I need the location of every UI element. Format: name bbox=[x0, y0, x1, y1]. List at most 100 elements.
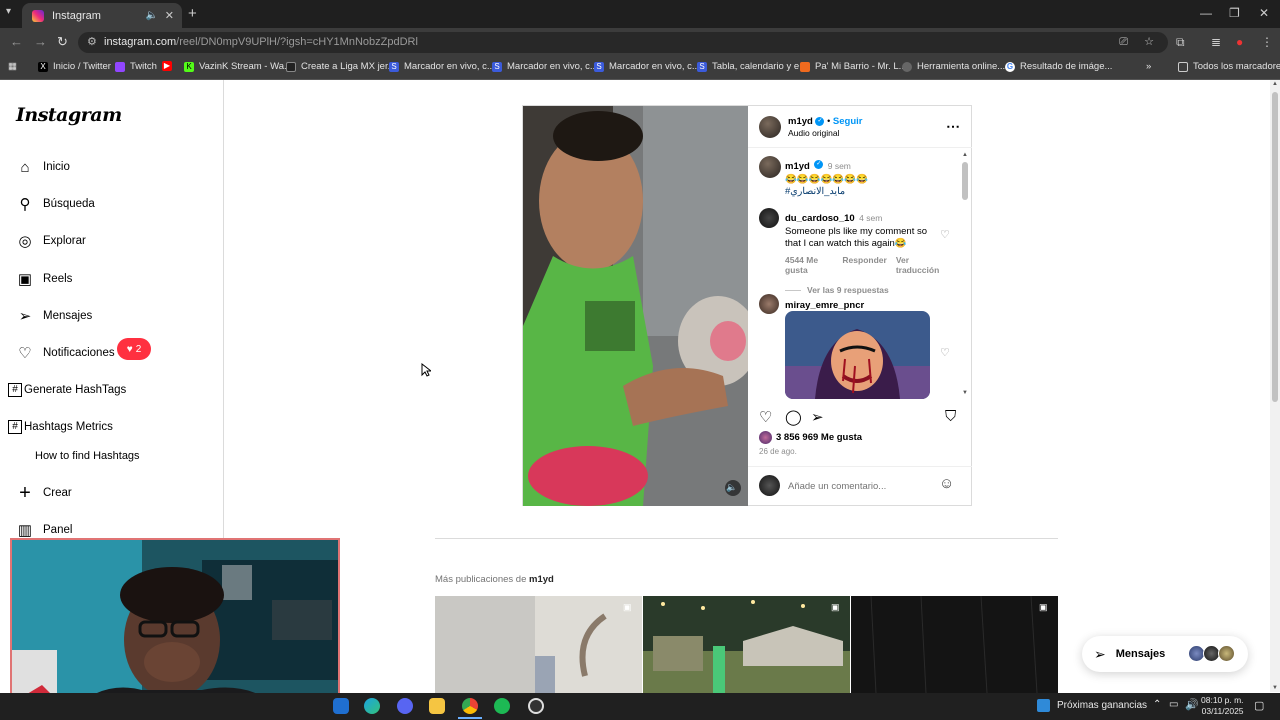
sidebar-item-notificaciones[interactable]: ♡ Notificaciones bbox=[16, 344, 114, 362]
page-scroll-thumb[interactable] bbox=[1272, 92, 1278, 402]
view-replies[interactable]: Ver las 9 respuestas bbox=[785, 285, 945, 295]
comments-scrollbar[interactable]: ▲ ▼ bbox=[962, 152, 968, 396]
caption-avatar[interactable] bbox=[759, 156, 781, 178]
messages-button[interactable]: ➢ Mensajes bbox=[1082, 636, 1248, 672]
network-icon[interactable]: ▭ bbox=[1169, 699, 1178, 710]
bookmark-google-images[interactable]: G Resultado de imáge... bbox=[1005, 61, 1112, 72]
caption-hashtag[interactable]: #مايد_الانصاري bbox=[785, 186, 960, 198]
reply-button[interactable]: Responder bbox=[842, 255, 886, 275]
sidebar-item-busqueda[interactable]: ⚲ Búsqueda bbox=[16, 195, 95, 213]
back-icon[interactable]: ← bbox=[10, 34, 23, 49]
page-scrollbar[interactable]: ▲ ▼ bbox=[1270, 80, 1280, 692]
news-widget[interactable]: Próximas ganancias bbox=[1037, 699, 1147, 712]
sidebar-item-mensajes[interactable]: ➢ Mensajes bbox=[16, 307, 93, 325]
tray-chevron-icon[interactable]: ⌃ bbox=[1153, 699, 1161, 710]
audio-label[interactable]: Audio original bbox=[788, 128, 862, 138]
scroll-down-icon[interactable]: ▼ bbox=[1272, 685, 1278, 691]
browser-tab-instagram[interactable]: Instagram 🔈 ✕ bbox=[22, 3, 182, 28]
comment-author[interactable]: du_cardoso_10 bbox=[785, 213, 855, 224]
tab-close-icon[interactable]: ✕ bbox=[165, 9, 174, 22]
bookmark-youtube[interactable]: ▶ bbox=[162, 61, 177, 71]
tab-search-icon[interactable]: ▾ bbox=[6, 6, 11, 17]
url-bar[interactable]: ⚙ instagram.com/reel/DN0mpV9UPlH/?igsh=c… bbox=[78, 32, 1168, 53]
forward-icon[interactable]: → bbox=[34, 34, 47, 49]
restore-icon[interactable]: ❐ bbox=[1229, 6, 1240, 20]
like-icon[interactable]: ♡ bbox=[759, 408, 772, 426]
chrome-icon[interactable] bbox=[462, 698, 478, 714]
emoji-icon[interactable]: ☺ bbox=[939, 475, 954, 492]
clock[interactable]: 08:10 p. m. 03/11/2025 bbox=[1201, 695, 1244, 717]
profile-icon[interactable]: ● bbox=[1236, 35, 1243, 49]
bookmark-pa-mi-barrio[interactable]: Pa' Mi Barrio - Mr. L... bbox=[800, 61, 907, 72]
comment-likes[interactable]: 4544 Me gusta bbox=[785, 255, 833, 275]
post-author[interactable]: m1yd bbox=[788, 116, 813, 127]
apps-icon[interactable]: ▦ bbox=[8, 61, 17, 72]
new-tab-icon[interactable]: + bbox=[188, 5, 197, 22]
install-app-icon[interactable]: ⎚ bbox=[1119, 32, 1128, 53]
extensions-icon[interactable]: ⧉ bbox=[1176, 35, 1185, 50]
sidebar-item-explorar[interactable]: ◎ Explorar bbox=[16, 232, 85, 250]
translate-button[interactable]: Ver traducción bbox=[896, 255, 945, 275]
bookmark-herramienta[interactable]: Herramienta online... bbox=[902, 61, 1005, 72]
taskbar-app-icon[interactable] bbox=[333, 698, 349, 714]
notifications-icon[interactable]: ▢ bbox=[1254, 699, 1264, 712]
window-close-icon[interactable]: ✕ bbox=[1259, 6, 1269, 20]
save-icon[interactable]: ⛉ bbox=[945, 408, 956, 425]
generate-hashtags-item[interactable]: # Generate HashTags bbox=[8, 383, 126, 397]
notification-badge[interactable]: ♥ 2 bbox=[117, 338, 151, 360]
more-options-icon[interactable]: ⋯ bbox=[946, 118, 960, 135]
comment-author[interactable]: miray_emre_pncr bbox=[785, 300, 864, 311]
instagram-logo[interactable]: Instagram bbox=[16, 104, 122, 126]
volume-icon[interactable]: 🔈 bbox=[726, 482, 737, 493]
sidebar-item-panel[interactable]: ▥ Panel bbox=[16, 521, 73, 539]
bookmark-liga-mx[interactable]: Create a Liga MX jer... bbox=[286, 61, 396, 72]
reel-video[interactable]: 🔈 bbox=[523, 106, 748, 506]
bookmark-marcador-1[interactable]: S Marcador en vivo, c... bbox=[389, 61, 495, 72]
how-to-find-hashtags[interactable]: How to find Hashtags bbox=[35, 450, 140, 462]
comments-list[interactable]: m1yd ✓ 9 sem 😂😂😂😂😂😂😂 #مايد_الانصاري du_c… bbox=[748, 148, 972, 400]
discord-icon[interactable] bbox=[397, 698, 413, 714]
author-avatar[interactable] bbox=[759, 116, 781, 138]
more-post-thumbnail[interactable]: ▣ bbox=[435, 596, 642, 693]
comment-gif[interactable] bbox=[785, 311, 930, 399]
bookmark-tabla[interactable]: S Tabla, calendario y e... bbox=[697, 61, 807, 72]
hashtags-metrics-item[interactable]: # Hashtags Metrics bbox=[8, 420, 113, 434]
bookmark-twitch[interactable]: Twitch bbox=[115, 61, 157, 72]
site-info-icon[interactable]: ⚙ bbox=[87, 32, 97, 53]
edge-icon[interactable] bbox=[364, 698, 380, 714]
comment-input[interactable] bbox=[788, 478, 938, 494]
sidebar-item-crear[interactable]: + Crear bbox=[16, 482, 72, 504]
more-posts-author[interactable]: m1yd bbox=[529, 574, 554, 585]
bookmark-twitter[interactable]: X Inicio / Twitter bbox=[38, 61, 111, 72]
bookmark-star-icon[interactable]: ☆ bbox=[1144, 32, 1154, 53]
media-control-icon[interactable]: ≣ bbox=[1211, 35, 1221, 49]
sidebar-item-reels[interactable]: ▣ Reels bbox=[16, 270, 73, 288]
like-comment-icon[interactable]: ♡ bbox=[940, 346, 950, 359]
scroll-down-icon[interactable]: ▼ bbox=[962, 390, 968, 396]
like-comment-icon[interactable]: ♡ bbox=[940, 228, 950, 241]
browser-menu-icon[interactable]: ⋮ bbox=[1261, 35, 1273, 49]
comment-icon[interactable]: ◯ bbox=[785, 408, 802, 426]
share-icon[interactable]: ➢ bbox=[811, 408, 824, 426]
bookmark-vazink[interactable]: K VazinK Stream - Wa... bbox=[184, 61, 292, 72]
tab-audio-icon[interactable]: 🔈 bbox=[146, 10, 158, 21]
more-post-thumbnail[interactable]: ▣ bbox=[851, 596, 1058, 693]
scroll-up-icon[interactable]: ▲ bbox=[962, 152, 968, 158]
bookmark-marcador-3[interactable]: S Marcador en vivo, c... bbox=[594, 61, 700, 72]
comment-avatar[interactable] bbox=[759, 208, 779, 228]
obs-icon[interactable] bbox=[528, 698, 544, 714]
minimize-icon[interactable]: — bbox=[1200, 6, 1212, 20]
comments-scroll-thumb[interactable] bbox=[962, 162, 968, 200]
speaker-icon[interactable]: 🔊 bbox=[1185, 698, 1199, 711]
more-post-thumbnail[interactable]: ▣ bbox=[643, 596, 850, 693]
all-bookmarks[interactable]: Todos los marcadores bbox=[1178, 61, 1280, 72]
reload-icon[interactable]: ↻ bbox=[57, 34, 68, 50]
bookmark-marcador-2[interactable]: S Marcador en vivo, c... bbox=[492, 61, 598, 72]
sidebar-item-inicio[interactable]: ⌂ Inicio bbox=[16, 158, 69, 176]
follow-button[interactable]: Seguir bbox=[833, 116, 863, 127]
more-bookmarks-icon[interactable]: » bbox=[1146, 61, 1151, 72]
caption-author[interactable]: m1yd bbox=[785, 161, 810, 172]
likes-count[interactable]: 3 856 969 Me gusta bbox=[776, 432, 862, 443]
spotify-icon[interactable] bbox=[494, 698, 510, 714]
file-explorer-icon[interactable] bbox=[429, 698, 445, 714]
